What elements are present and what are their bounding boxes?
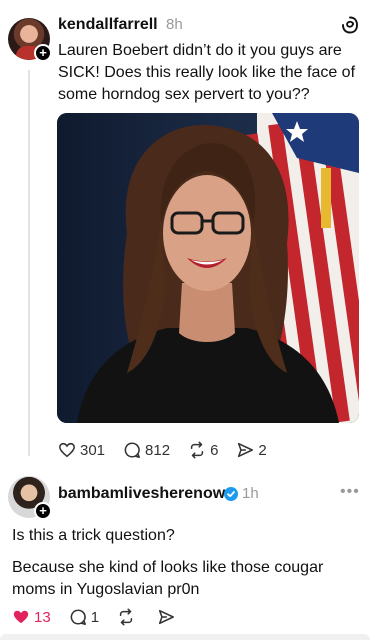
portrait-image [57,113,359,423]
next-item-edge [0,634,370,640]
more-icon[interactable]: ••• [340,483,360,501]
repost-button[interactable]: 6 [188,441,218,459]
heart-icon [59,442,75,458]
share-button[interactable]: 2 [236,441,267,459]
timestamp: 1h [242,485,259,502]
username[interactable]: bambamlivesherenow [58,485,225,503]
post-actions: 301 812 6 2 [58,441,285,459]
reply-text-line2: Because she kind of looks like those cou… [12,559,324,598]
send-icon [238,442,254,458]
like-button[interactable]: 13 [12,608,51,626]
like-count: 301 [80,441,106,459]
like-button[interactable]: 301 [58,441,105,459]
share-button[interactable] [157,608,179,626]
follow-plus-icon[interactable]: + [34,44,52,62]
reply-button[interactable]: 1 [69,608,99,626]
thread-line [28,70,30,456]
post-text: Lauren Boebert didn’t do it you guys are… [58,42,356,103]
comment-icon [70,609,86,625]
share-count: 2 [258,441,267,459]
verified-badge-icon [224,487,238,501]
reply-actions: 13 1 [12,608,197,626]
follow-plus-icon[interactable]: + [34,502,52,520]
reply-count: 812 [145,441,171,459]
username[interactable]: kendallfarrell [58,16,158,34]
send-icon [158,609,174,625]
comment-icon [124,442,140,458]
repost-icon [119,608,133,626]
post-photo[interactable] [57,113,359,423]
repost-count: 6 [210,441,219,459]
repost-icon [190,441,204,459]
timestamp: 8h [166,16,183,33]
heart-icon [13,610,29,624]
reply-button[interactable]: 812 [123,441,170,459]
like-count: 13 [34,608,51,626]
repost-button[interactable] [117,608,139,626]
reply-count: 1 [90,608,100,626]
post-kendallfarrell: + kendallfarrell 8h Lauren Boebert didn’… [0,0,370,460]
reply-text-line1: Is this a trick question? [12,527,175,544]
threads-logo-icon[interactable] [340,15,360,35]
